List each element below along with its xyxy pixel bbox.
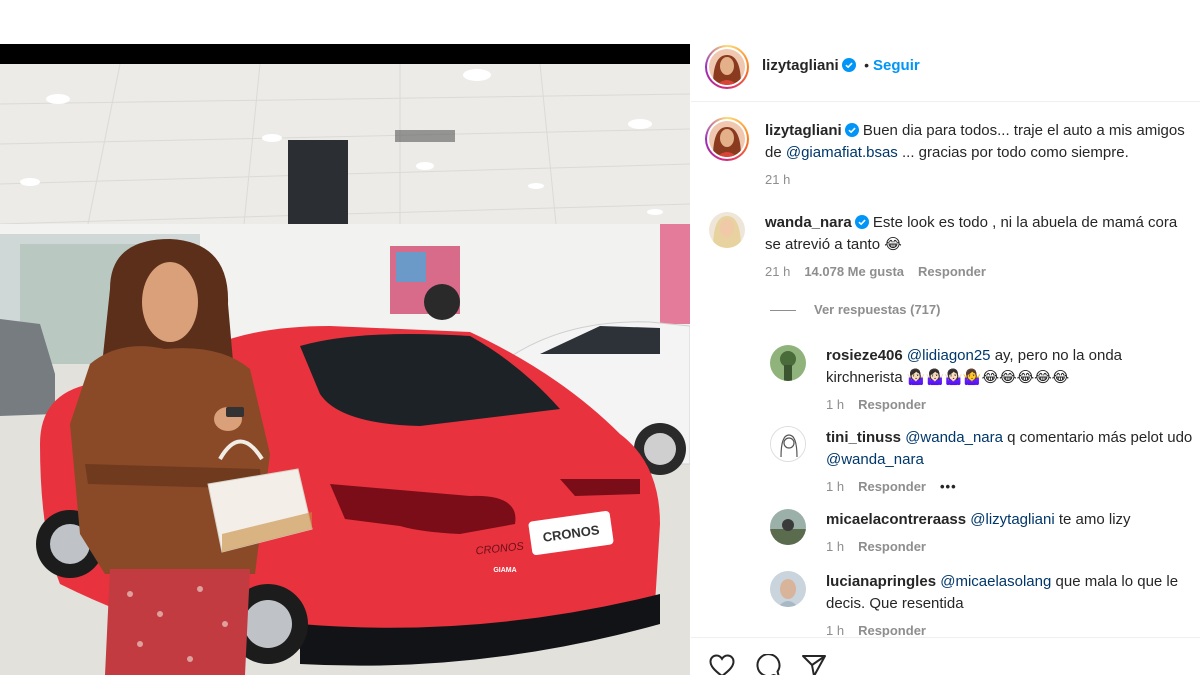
- reply-mention[interactable]: @lidiagon25: [907, 347, 991, 364]
- reply-avatar[interactable]: [770, 426, 806, 462]
- comment-time: 21 h: [765, 264, 791, 279]
- avatar-image: [771, 427, 805, 461]
- comment-author[interactable]: wanda_nara: [765, 214, 852, 231]
- reply-button[interactable]: Responder: [858, 397, 926, 412]
- comments-panel: lizytagliani • Seguir lizytagliani Buen d…: [691, 0, 1200, 675]
- avatar-image: [770, 345, 806, 381]
- heart-icon[interactable]: [709, 654, 735, 675]
- caption-author[interactable]: lizytagliani: [765, 122, 842, 139]
- author-avatar[interactable]: [705, 45, 749, 89]
- follow-button[interactable]: Seguir: [873, 57, 920, 74]
- author-username[interactable]: lizytagliani: [762, 57, 839, 74]
- photo-scene: CRONOS CRONOS GIAMA: [0, 64, 690, 675]
- comment-icon[interactable]: [755, 654, 781, 675]
- action-bar: [691, 637, 1200, 675]
- avatar-image: [709, 49, 745, 85]
- reply-author[interactable]: rosieze406: [826, 347, 903, 364]
- reply-text-line2: kirchnerista 🤷🏻‍♀️🤷🏻‍♀️🤷🏻‍♀️🤷‍♀️😂😂😂😂😂: [826, 369, 1070, 386]
- comment-likes[interactable]: 14.078 Me gusta: [804, 264, 904, 279]
- post-header-text: lizytagliani • Seguir: [762, 57, 920, 75]
- reply: tini_tinuss @wanda_nara q comentario más…: [826, 427, 1196, 494]
- reply-author[interactable]: tini_tinuss: [826, 429, 901, 446]
- reply-avatar[interactable]: [770, 345, 806, 381]
- post-photo[interactable]: CRONOS CRONOS GIAMA: [0, 44, 690, 675]
- reply-time: 1 h: [826, 539, 845, 554]
- avatar-image: [709, 212, 745, 248]
- reply-text-line1: ay, pero no la onda: [990, 347, 1123, 364]
- caption-avatar[interactable]: [705, 117, 749, 161]
- more-options-icon[interactable]: •••: [940, 479, 957, 494]
- verified-icon: [841, 58, 856, 72]
- avatar-image: [709, 121, 745, 157]
- verified-icon: [854, 215, 869, 229]
- avatar-image: [770, 509, 806, 545]
- comment-text-line1: Este look es todo , ni la abuela de mamá…: [872, 214, 1178, 231]
- reply-text-line1: te amo lizy: [1054, 511, 1131, 528]
- post-header: lizytagliani • Seguir: [691, 44, 1200, 102]
- reply: rosieze406 @lidiagon25 ay, pero no la on…: [826, 345, 1196, 412]
- photo-top-bar: [0, 44, 690, 64]
- reply-text-line2: decis. Que resentida: [826, 595, 964, 612]
- reply-text-line1: q comentario más pelot udo: [1002, 429, 1193, 446]
- view-replies-button[interactable]: Ver respuestas (717): [770, 302, 940, 317]
- reply-author[interactable]: lucianapringles: [826, 573, 936, 590]
- view-replies-label: Ver respuestas (717): [814, 302, 941, 317]
- comment-text-line2: se atrevió a tanto 😂: [765, 236, 902, 253]
- reply-avatar[interactable]: [770, 509, 806, 545]
- avatar-image: [770, 571, 806, 607]
- header-separator: •: [864, 57, 870, 73]
- reply-avatar[interactable]: [770, 571, 806, 607]
- reply-mention[interactable]: @micaelasolang: [940, 573, 1051, 590]
- reply-time: 1 h: [826, 623, 845, 638]
- reply-button[interactable]: Responder: [918, 264, 986, 279]
- reply-mention-2[interactable]: @wanda_nara: [826, 451, 924, 468]
- reply-button[interactable]: Responder: [858, 479, 926, 494]
- replies-line: [770, 310, 796, 312]
- caption-text-prefix: de: [765, 144, 786, 161]
- reply: lucianapringles @micaelasolang que mala …: [826, 571, 1196, 638]
- caption: lizytagliani Buen dia para todos... traj…: [765, 120, 1197, 187]
- verified-icon: [844, 123, 859, 137]
- caption-mention[interactable]: @giamafiat.bsas: [786, 144, 898, 161]
- share-icon[interactable]: [801, 654, 827, 675]
- dealer-badge-text: GIAMA: [493, 567, 516, 574]
- commenter-avatar[interactable]: [709, 212, 745, 248]
- reply-button[interactable]: Responder: [858, 539, 926, 554]
- reply-text-line1: que mala lo que le: [1051, 573, 1179, 590]
- caption-text-suffix: ... gracias por todo como siempre.: [897, 144, 1129, 161]
- reply-time: 1 h: [826, 479, 845, 494]
- reply-time: 1 h: [826, 397, 845, 412]
- reply-mention[interactable]: @wanda_nara: [905, 429, 1003, 446]
- comment: wanda_nara Este look es todo , ni la abu…: [765, 212, 1197, 279]
- caption-text-line1: Buen dia para todos... traje el auto a m…: [862, 122, 1185, 139]
- reply-mention[interactable]: @lizytagliani: [970, 511, 1054, 528]
- reply-button[interactable]: Responder: [858, 623, 926, 638]
- reply-author[interactable]: micaelacontreraass: [826, 511, 966, 528]
- reply: micaelacontreraass @lizytagliani te amo …: [826, 509, 1196, 554]
- caption-time: 21 h: [765, 172, 791, 187]
